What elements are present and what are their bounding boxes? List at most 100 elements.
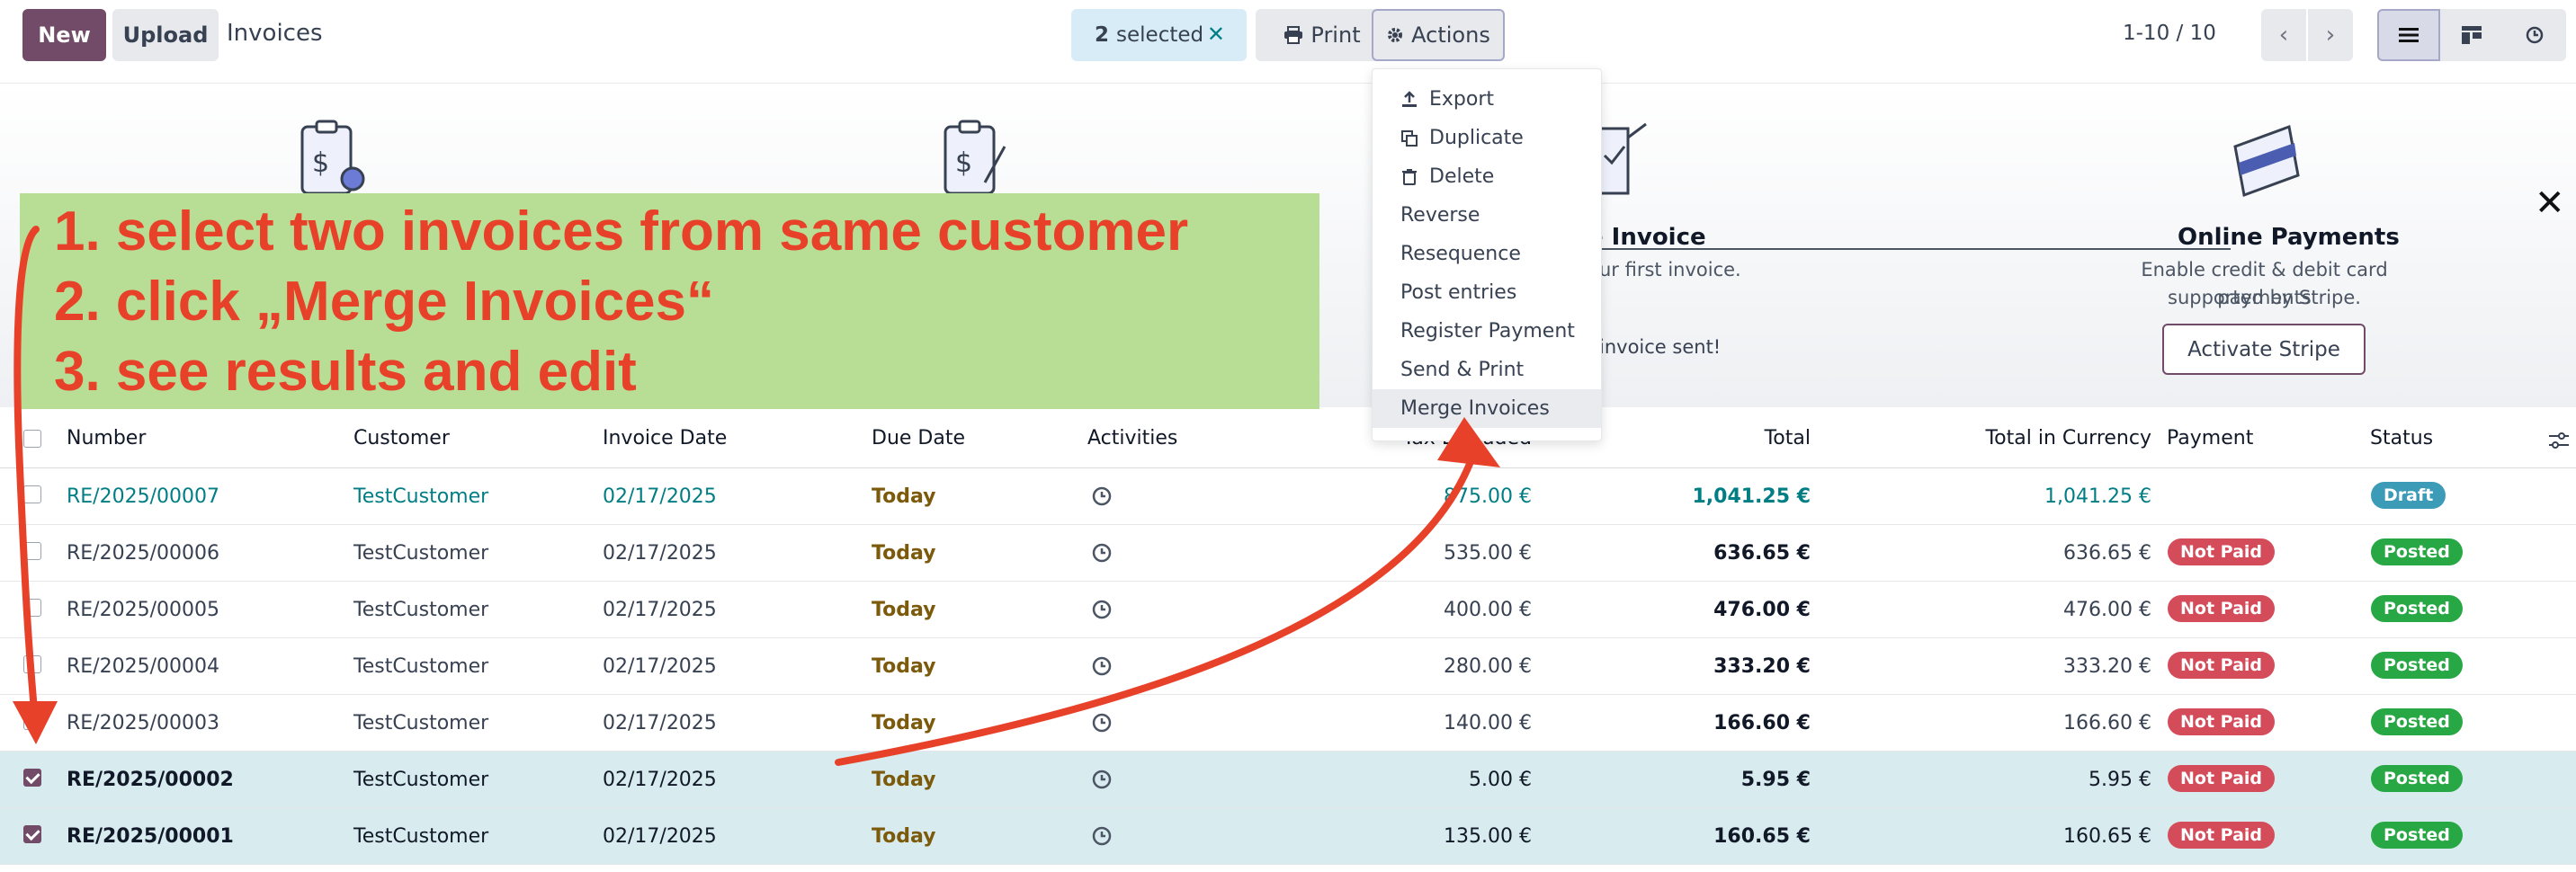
tax-excluded-amount: 875.00 € — [1444, 485, 1532, 508]
optional-columns-icon[interactable] — [2549, 432, 2569, 449]
column-number[interactable]: Number — [67, 427, 146, 449]
upload-button[interactable]: Upload — [112, 9, 219, 61]
customer-name[interactable]: TestCustomer — [353, 599, 488, 621]
activity-clock-icon[interactable] — [1091, 485, 1113, 507]
table-row[interactable]: RE/2025/00007 TestCustomer 02/17/2025 Today… — [0, 468, 2576, 525]
payment-status-badge: Not Paid — [2168, 538, 2276, 565]
column-payment[interactable]: Payment — [2167, 427, 2253, 449]
invoice-number[interactable]: RE/2025/00004 — [67, 655, 219, 678]
selected-label: selected — [1116, 23, 1204, 47]
invoice-date: 02/17/2025 — [603, 599, 717, 621]
activity-clock-icon[interactable] — [1091, 542, 1113, 564]
menu-item-duplicate[interactable]: Duplicate — [1373, 119, 1601, 157]
invoice-date: 02/17/2025 — [603, 712, 717, 734]
pager-next-button[interactable]: › — [2308, 9, 2353, 61]
chevron-left-icon: ‹ — [2278, 22, 2289, 49]
invoice-number[interactable]: RE/2025/00007 — [67, 485, 219, 508]
list-view-button[interactable] — [2377, 9, 2440, 61]
step-payments-title: Online Payments — [2178, 224, 2400, 251]
menu-item-label: Merge Invoices — [1400, 397, 1550, 420]
instruction-step-3: 3. see results and edit — [54, 341, 637, 403]
invoice-number[interactable]: RE/2025/00003 — [67, 712, 219, 734]
pager-value[interactable]: 1-10 / 10 — [2123, 22, 2216, 45]
activity-clock-icon[interactable] — [1091, 599, 1113, 620]
step-payments-text-2: supported by Stripe. — [2168, 287, 2361, 308]
activate-stripe-button[interactable]: Activate Stripe — [2162, 324, 2366, 375]
column-activities[interactable]: Activities — [1087, 427, 1177, 449]
column-customer[interactable]: Customer — [353, 427, 450, 449]
total-currency-amount: 166.60 € — [2063, 712, 2151, 734]
activity-view-button[interactable] — [2503, 9, 2566, 61]
status-badge: Posted — [2371, 765, 2463, 792]
activity-clock-icon[interactable] — [1091, 712, 1113, 734]
total-amount: 1,041.25 € — [1692, 485, 1811, 508]
menu-item-post-entries[interactable]: Post entries — [1373, 273, 1601, 312]
menu-item-label: Resequence — [1400, 243, 1521, 265]
customer-name[interactable]: TestCustomer — [353, 485, 488, 508]
clear-selection-icon[interactable]: ✕ — [1207, 22, 1225, 47]
table-row[interactable]: RE/2025/00003 TestCustomer 02/17/2025 Today… — [0, 695, 2576, 752]
invoice-number[interactable]: RE/2025/00005 — [67, 599, 219, 621]
invoice-date: 02/17/2025 — [603, 825, 717, 848]
total-currency-amount: 5.95 € — [2089, 769, 2151, 791]
due-date: Today — [872, 712, 936, 734]
column-invoice-date[interactable]: Invoice Date — [603, 427, 727, 449]
row-checkbox[interactable] — [23, 655, 41, 673]
due-date: Today — [872, 599, 936, 621]
due-date: Today — [872, 542, 936, 565]
tax-excluded-amount: 5.00 € — [1469, 769, 1532, 791]
menu-item-delete[interactable]: Delete — [1373, 157, 1601, 196]
menu-item-label: Post entries — [1400, 281, 1517, 304]
table-row[interactable]: RE/2025/00002 TestCustomer 02/17/2025 Today… — [0, 752, 2576, 808]
customer-name[interactable]: TestCustomer — [353, 712, 488, 734]
total-currency-amount: 1,041.25 € — [2044, 485, 2151, 508]
invoice-sign-icon: $ — [944, 120, 1006, 195]
payment-status-badge: Not Paid — [2168, 652, 2276, 679]
customer-name[interactable]: TestCustomer — [353, 769, 488, 791]
new-button[interactable]: New — [22, 9, 106, 61]
instruction-step-1: 1. select two invoices from same custome… — [54, 200, 1189, 262]
pager-previous-button[interactable]: ‹ — [2261, 9, 2306, 61]
row-checkbox[interactable] — [23, 712, 41, 730]
row-checkbox[interactable] — [23, 769, 41, 787]
select-all-checkbox[interactable] — [23, 430, 41, 448]
actions-button[interactable]: Actions — [1372, 9, 1505, 61]
activity-clock-icon[interactable] — [1091, 655, 1113, 677]
menu-item-merge-invoices[interactable]: Merge Invoices — [1373, 389, 1601, 428]
svg-text:$: $ — [312, 147, 329, 179]
column-total[interactable]: Total — [1664, 427, 1811, 449]
row-checkbox[interactable] — [23, 542, 41, 560]
customer-name[interactable]: TestCustomer — [353, 655, 488, 678]
invoice-number[interactable]: RE/2025/00001 — [67, 825, 234, 848]
status-badge: Posted — [2371, 652, 2463, 679]
kanban-view-button[interactable] — [2440, 9, 2503, 61]
menu-item-register-payment[interactable]: Register Payment — [1373, 312, 1601, 351]
activity-clock-icon[interactable] — [1091, 769, 1113, 790]
menu-item-send-print[interactable]: Send & Print — [1373, 351, 1601, 389]
row-checkbox[interactable] — [23, 485, 41, 503]
invoice-number[interactable]: RE/2025/00002 — [67, 769, 234, 791]
invoice-date: 02/17/2025 — [603, 542, 717, 565]
invoice-number[interactable]: RE/2025/00006 — [67, 542, 219, 565]
activity-clock-icon[interactable] — [1091, 825, 1113, 847]
menu-item-label: Duplicate — [1429, 127, 1524, 149]
column-total-currency[interactable]: Total in Currency — [1889, 427, 2151, 449]
customer-name[interactable]: TestCustomer — [353, 825, 488, 848]
selected-count: 2 — [1095, 23, 1110, 47]
menu-item-reverse[interactable]: Reverse — [1373, 196, 1601, 235]
table-row[interactable]: RE/2025/00001 TestCustomer 02/17/2025 Today… — [0, 808, 2576, 865]
column-due-date[interactable]: Due Date — [872, 427, 965, 449]
menu-item-resequence[interactable]: Resequence — [1373, 235, 1601, 273]
menu-item-label: Register Payment — [1400, 320, 1575, 343]
table-row[interactable]: RE/2025/00004 TestCustomer 02/17/2025 Today… — [0, 638, 2576, 695]
table-row[interactable]: RE/2025/00005 TestCustomer 02/17/2025 Today… — [0, 582, 2576, 638]
column-status[interactable]: Status — [2370, 427, 2433, 449]
customer-name[interactable]: TestCustomer — [353, 542, 488, 565]
table-row[interactable]: RE/2025/00006 TestCustomer 02/17/2025 Today… — [0, 525, 2576, 582]
row-checkbox[interactable] — [23, 825, 41, 843]
trash-icon — [1400, 168, 1420, 186]
print-button[interactable]: Print — [1256, 9, 1389, 61]
menu-item-export[interactable]: Export — [1373, 80, 1601, 119]
row-checkbox[interactable] — [23, 599, 41, 617]
close-banner-icon[interactable]: ✕ — [2535, 182, 2565, 224]
